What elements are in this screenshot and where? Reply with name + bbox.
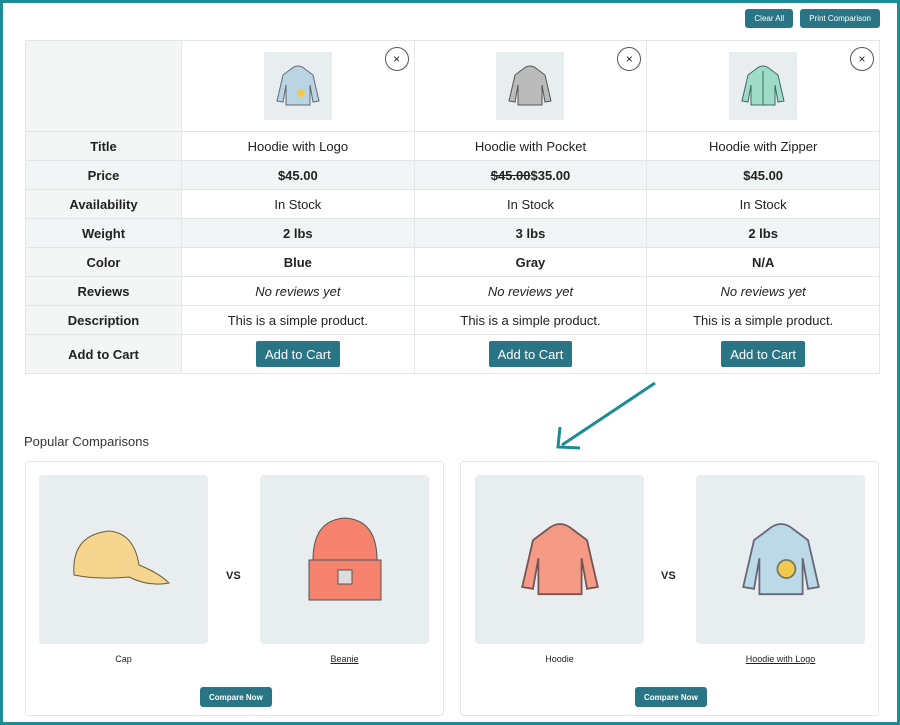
image-row: × × × — [25, 40, 880, 132]
popular-comparisons-title: Popular Comparisons — [24, 434, 150, 449]
comparison-card: VS Hoodie Hoodie with Logo Compare Now — [460, 461, 879, 716]
product-title: Hoodie with Logo — [181, 131, 415, 161]
clear-all-button[interactable]: Clear All — [745, 9, 794, 28]
compare-now-button[interactable]: Compare Now — [200, 687, 272, 707]
availability: In Stock — [646, 189, 880, 219]
price: $45.00 — [181, 160, 415, 190]
product-image-beanie[interactable] — [260, 475, 429, 644]
remove-product-button[interactable]: × — [617, 47, 642, 71]
hoodie-icon — [741, 65, 785, 106]
description: This is a simple product. — [181, 305, 415, 335]
cart-cell: Add to Cart — [181, 334, 415, 374]
row-weight: Weight 2 lbs 3 lbs 2 lbs — [25, 218, 880, 248]
comparison-card: VS Cap Beanie Compare Now — [25, 461, 444, 716]
row-label: Add to Cart — [25, 334, 182, 374]
remove-product-button[interactable]: × — [384, 47, 409, 71]
row-title: Title Hoodie with Logo Hoodie with Pocke… — [25, 131, 880, 161]
row-reviews: Reviews No reviews yet No reviews yet No… — [25, 276, 880, 306]
cap-icon — [72, 529, 170, 585]
weight: 2 lbs — [181, 218, 415, 248]
cart-cell: Add to Cart — [413, 334, 648, 374]
product-image-hoodie[interactable] — [475, 475, 644, 644]
weight: 3 lbs — [413, 218, 648, 248]
product-link[interactable]: Beanie — [260, 654, 429, 664]
availability: In Stock — [181, 189, 415, 219]
row-price: Price $45.00 $45.00$35.00 $45.00 — [25, 160, 880, 190]
row-description: Description This is a simple product. Th… — [25, 305, 880, 335]
row-label: Title — [25, 131, 182, 161]
availability: In Stock — [413, 189, 648, 219]
product-image[interactable] — [729, 52, 798, 120]
product-title: Hoodie with Zipper — [646, 131, 880, 161]
hoodie-icon — [741, 522, 820, 595]
beanie-icon — [308, 516, 381, 600]
product-cell: × — [646, 40, 880, 132]
row-label: Availability — [25, 189, 182, 219]
product-link[interactable]: Hoodie with Logo — [696, 654, 865, 664]
product-image[interactable] — [496, 52, 565, 120]
comparison-table: × × × Title Hoodie with Logo Hoodie with… — [25, 40, 880, 374]
remove-product-button[interactable]: × — [850, 47, 874, 71]
product-label: Cap — [115, 654, 132, 664]
annotation-arrow-icon — [556, 381, 656, 450]
vs-label: VS — [226, 570, 241, 582]
hoodie-icon — [508, 65, 553, 106]
row-label: Price — [25, 160, 182, 190]
add-to-cart-button[interactable]: Add to Cart — [721, 341, 806, 367]
description: This is a simple product. — [413, 305, 648, 335]
row-add-to-cart: Add to Cart Add to Cart Add to Cart Add … — [25, 334, 880, 374]
product-image-hoodie-with-logo[interactable] — [696, 475, 865, 644]
row-label: Weight — [25, 218, 182, 248]
add-to-cart-button[interactable]: Add to Cart — [255, 341, 340, 367]
reviews: No reviews yet — [646, 276, 880, 306]
product-label: Hoodie — [545, 654, 574, 664]
row-color: Color Blue Gray N/A — [25, 247, 880, 277]
reviews: No reviews yet — [413, 276, 648, 306]
product-cell: × — [413, 40, 648, 132]
row-availability: Availability In Stock In Stock In Stock — [25, 189, 880, 219]
hoodie-icon — [520, 522, 599, 595]
row-label: Reviews — [25, 276, 182, 306]
color: N/A — [646, 247, 880, 277]
product-title: Hoodie with Pocket — [413, 131, 648, 161]
compare-now-button[interactable]: Compare Now — [635, 687, 707, 707]
description: This is a simple product. — [646, 305, 880, 335]
product-image-cap[interactable] — [39, 475, 208, 644]
weight: 2 lbs — [646, 218, 880, 248]
old-price: $45.00 — [490, 167, 531, 183]
price: $45.00$35.00 — [413, 160, 648, 190]
color: Gray — [413, 247, 648, 277]
row-label: Description — [25, 305, 182, 335]
product-cell: × — [181, 40, 415, 132]
product-image[interactable] — [263, 52, 332, 120]
print-comparison-button[interactable]: Print Comparison — [800, 9, 880, 28]
hoodie-icon — [276, 65, 320, 106]
color: Blue — [181, 247, 415, 277]
add-to-cart-button[interactable]: Add to Cart — [488, 341, 573, 367]
cart-cell: Add to Cart — [646, 334, 880, 374]
reviews: No reviews yet — [181, 276, 415, 306]
corner-cell — [25, 40, 182, 132]
row-label: Color — [25, 247, 182, 277]
vs-label: VS — [661, 570, 676, 582]
sale-price: $35.00 — [530, 167, 571, 183]
price: $45.00 — [646, 160, 880, 190]
